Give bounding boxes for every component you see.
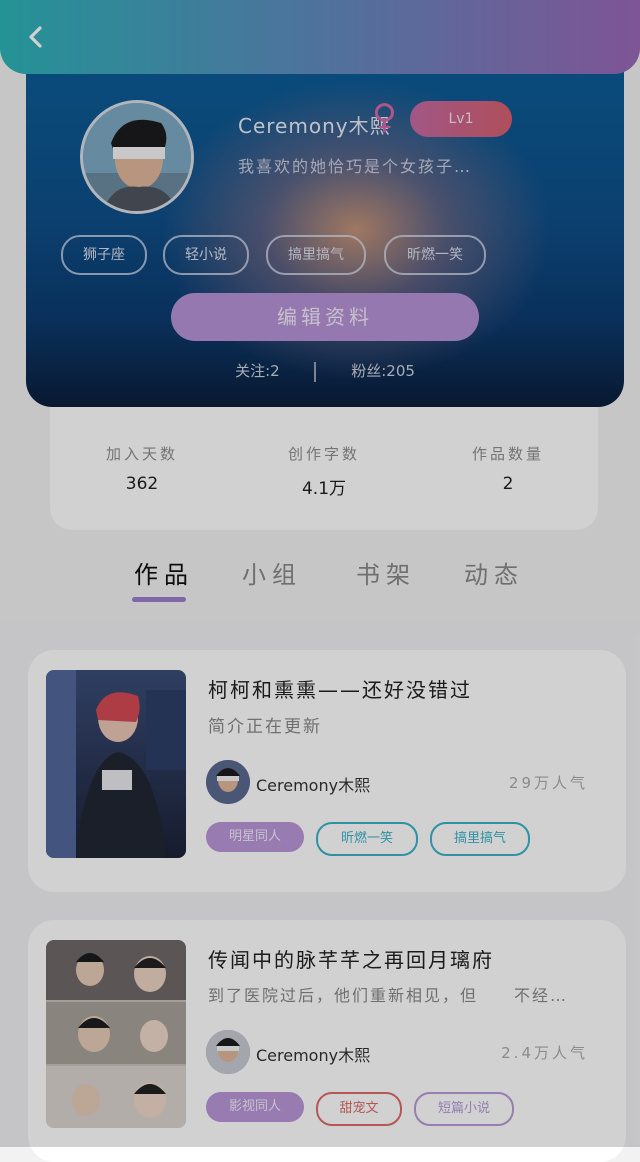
following-count[interactable]: 关注:2 <box>235 362 280 380</box>
female-gender-icon: ♀ <box>372 97 397 137</box>
divider <box>314 361 317 382</box>
stat-word-count: 创作字数 4.1万 <box>244 443 404 499</box>
work-tag[interactable]: 甜宠文 <box>316 1092 402 1126</box>
author-name[interactable]: Ceremony木熙 <box>256 1042 370 1066</box>
works-list: 柯柯和熏熏——还好没错过 简介正在更新 Ceremony木熙 29万人气 明星同… <box>0 622 640 1162</box>
work-tag[interactable]: 短篇小说 <box>414 1092 514 1126</box>
tab-bookshelf[interactable]: 书架 <box>356 555 416 590</box>
active-tab-indicator <box>132 597 186 602</box>
author-name[interactable]: Ceremony木熙 <box>256 772 370 796</box>
stat-value: 362 <box>125 474 159 494</box>
work-description: 简介正在更新 <box>208 717 322 737</box>
stat-label: 创作字数 <box>287 445 360 463</box>
username: Ceremony木熙 <box>238 114 391 138</box>
work-tag[interactable]: 昕燃一笑 <box>316 822 418 856</box>
work-card[interactable]: 传闻中的脉芊芊之再回月璃府 到了医院过后，他们重新相见，但 不经… Ceremo… <box>28 920 626 1162</box>
work-tag[interactable]: 影视同人 <box>206 1092 304 1122</box>
stat-label: 加入天数 <box>105 445 178 463</box>
signature-text: 我喜欢的她恰巧是个女孩子… <box>238 157 473 176</box>
back-arrow-icon[interactable] <box>22 22 52 52</box>
work-title[interactable]: 柯柯和熏熏——还好没错过 <box>208 674 472 703</box>
work-card[interactable]: 柯柯和熏熏——还好没错过 简介正在更新 Ceremony木熙 29万人气 明星同… <box>28 650 626 892</box>
tag-item[interactable]: 轻小说 <box>163 235 249 275</box>
stat-label: 作品数量 <box>471 445 544 463</box>
tab-activity[interactable]: 动态 <box>464 555 524 590</box>
stat-value: 4.1万 <box>301 479 347 499</box>
profile-header: Ceremony木熙 ♀ Lv1 我喜欢的她恰巧是个女孩子… 狮子座 轻小说 搞… <box>26 60 624 407</box>
followers-count[interactable]: 粉丝:205 <box>351 362 415 380</box>
popularity-count: 2.4万人气 <box>501 1044 588 1062</box>
avatar[interactable] <box>80 100 194 214</box>
stat-join-days: 加入天数 362 <box>62 443 222 494</box>
work-description: 到了医院过后，他们重新相见，但 不经… <box>208 986 569 1005</box>
popularity-count: 29万人气 <box>508 774 588 792</box>
author-avatar[interactable] <box>206 1030 250 1074</box>
tag-item[interactable]: 搞里搞气 <box>266 235 366 275</box>
content-tabs: 作品 小组 书架 动态 <box>0 540 640 620</box>
work-cover-image[interactable] <box>46 670 186 858</box>
tag-item[interactable]: 狮子座 <box>61 235 147 275</box>
level-badge: Lv1 <box>410 101 512 137</box>
stat-works-count: 作品数量 2 <box>428 443 588 494</box>
tag-item[interactable]: 昕燃一笑 <box>384 235 486 275</box>
work-tag[interactable]: 搞里搞气 <box>430 822 530 856</box>
follow-stats: 关注:2 粉丝:205 <box>26 360 624 390</box>
avatar-image <box>83 103 191 211</box>
stats-card: 加入天数 362 创作字数 4.1万 作品数量 2 <box>50 405 598 530</box>
author-avatar[interactable] <box>206 760 250 804</box>
top-bar <box>0 0 640 74</box>
work-cover-image[interactable] <box>46 940 186 1128</box>
stat-value: 2 <box>502 474 514 494</box>
work-tag[interactable]: 明星同人 <box>206 822 304 852</box>
tab-works[interactable]: 作品 <box>134 555 194 590</box>
work-title[interactable]: 传闻中的脉芊芊之再回月璃府 <box>208 944 494 973</box>
edit-profile-button[interactable]: 编辑资料 <box>171 293 479 341</box>
tab-groups[interactable]: 小组 <box>242 555 302 590</box>
